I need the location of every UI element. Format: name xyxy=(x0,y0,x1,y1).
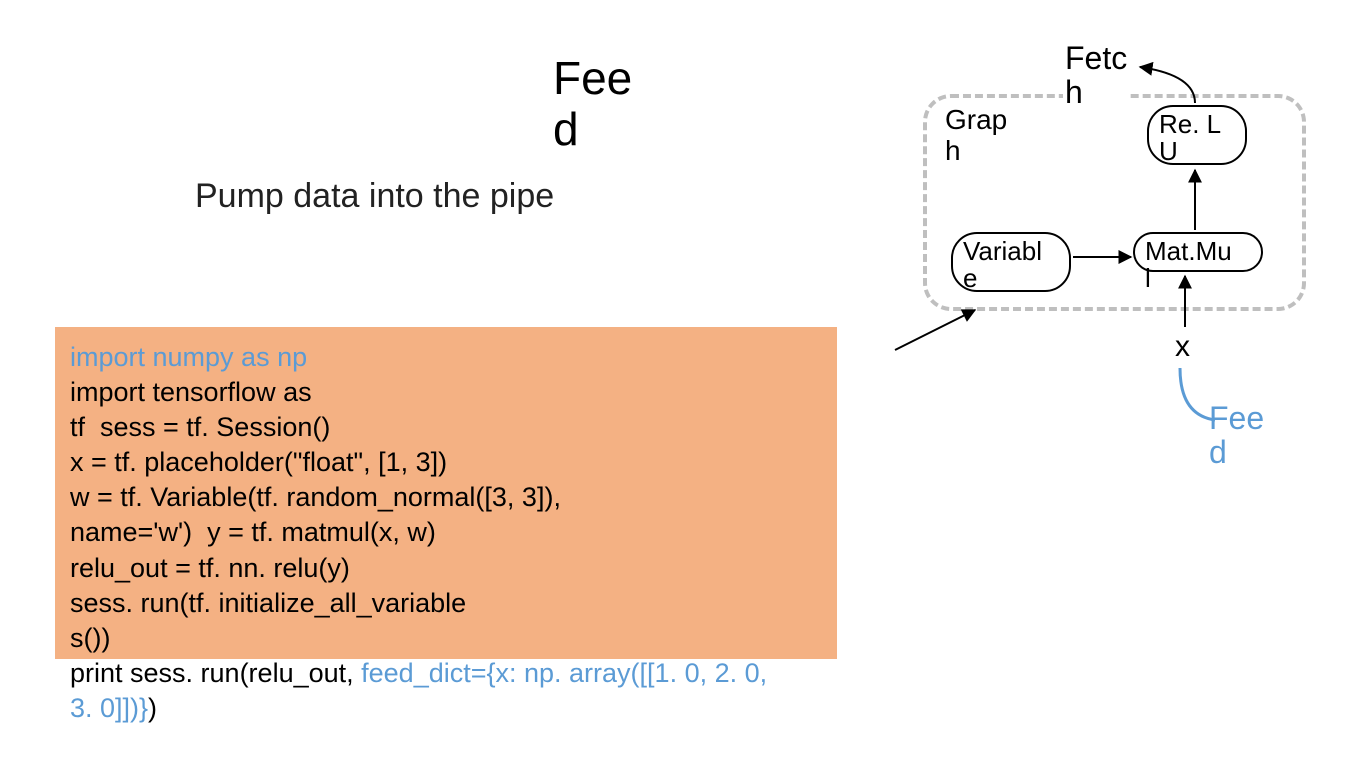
code-line-4: x = tf. placeholder("float", [1, 3]) xyxy=(70,447,447,477)
feed-callout: Fee d xyxy=(1209,402,1264,469)
title-line2: d xyxy=(553,103,579,155)
code-line-9: s()) xyxy=(70,623,110,653)
node-variable: Variabl e xyxy=(951,232,1071,292)
code-line-10a: print sess. run(relu_out, xyxy=(70,658,361,688)
code-line-5: w = tf. Variable(tf. random_normal([3, 3… xyxy=(70,482,561,512)
code-line-11a: 3. 0]])} xyxy=(70,693,148,723)
fetch-label: Fetc h xyxy=(1063,42,1129,109)
code-line-8: sess. run(tf. initialize_all_variable xyxy=(70,588,466,618)
code-line-7: relu_out = tf. nn. relu(y) xyxy=(70,553,350,583)
node-relu: Re. L U xyxy=(1147,105,1247,165)
slide-title-feed: Fee d xyxy=(553,53,632,154)
graph-label: Grap h xyxy=(945,105,1011,167)
code-line-2: import tensorflow as xyxy=(70,377,312,407)
code-block: import numpy as np import tensorflow as … xyxy=(70,340,767,726)
code-line-6: name='w') y = tf. matmul(x, w) xyxy=(70,517,436,547)
slide-subtitle: Pump data into the pipe xyxy=(195,176,555,217)
arrow-code-variable xyxy=(895,310,975,350)
code-line-11b: ) xyxy=(148,693,157,723)
code-line-3: tf sess = tf. Session() xyxy=(70,412,330,442)
title-line1: Fee xyxy=(553,52,632,104)
code-line-1: import numpy as np xyxy=(70,342,307,372)
code-line-10b: feed_dict={x: np. array([[1. 0, 2. 0, xyxy=(361,658,767,688)
node-matmul: Mat.Mu l xyxy=(1133,232,1263,272)
x-label: x xyxy=(1175,330,1190,364)
